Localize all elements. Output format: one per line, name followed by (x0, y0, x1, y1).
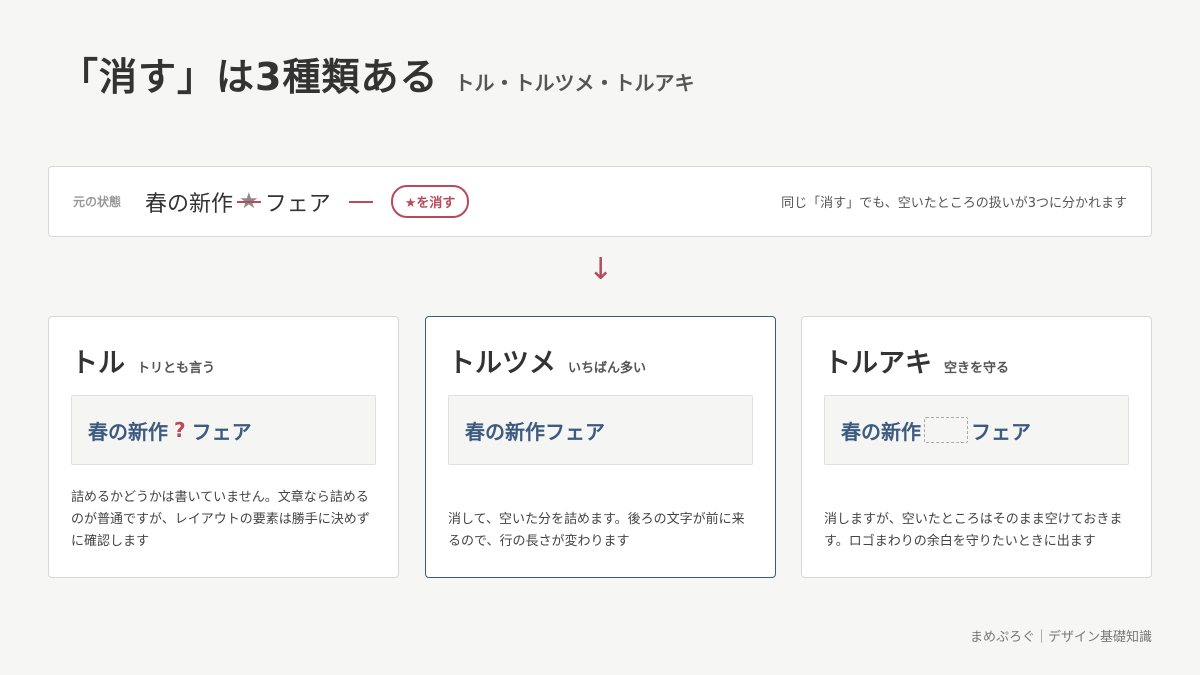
original-state-panel: 元の状態 春の新作 ★ フェア ★を消す 同じ「消す」でも、空いたところの扱いが… (48, 166, 1152, 237)
card-title: トルツメ (448, 348, 556, 379)
card-description: 消して、空いた分を詰めます。後ろの文字が前に来るので、行の長さが変わります (448, 512, 745, 549)
dash-divider (348, 200, 373, 203)
footer-credit: まめぷろぐ｜デザイン基礎知識 (969, 630, 1152, 645)
original-state-note: 同じ「消す」でも、空いたところの扱いが3つに分かれます (781, 196, 1127, 211)
sample-text-after: フェア (191, 419, 252, 444)
card-sample: 春の新作 フェア (824, 395, 1129, 465)
original-text-after: フェア (264, 191, 331, 217)
question-mark-icon: ? (174, 418, 186, 442)
card-subtitle: いちばん多い (568, 361, 647, 376)
sample-text: 春の新作フェア (465, 419, 605, 444)
card-toru: トル トリとも言う 春の新作 ? フェア 詰めるかどうかは書いていません。文章な… (48, 316, 399, 578)
card-header: トル トリとも言う (71, 341, 376, 381)
delete-star-badge: ★を消す (390, 185, 470, 218)
card-toruaki: トルアキ 空きを守る 春の新作 フェア 消しますが、空いたところはそのまま空けて… (801, 316, 1152, 578)
card-description: 消しますが、空いたところはそのまま空けておきます。ロゴまわりの余白を守りたいとき… (824, 512, 1123, 549)
card-header: トルツメ いちばん多い (448, 341, 753, 381)
card-header: トルアキ 空きを守る (824, 341, 1129, 381)
card-sample: 春の新作フェア (448, 395, 753, 465)
struck-star-icon: ★ (239, 189, 259, 214)
page-subtitle: トル・トルツメ・トルアキ (454, 71, 695, 95)
sample-text-before: 春の新作 (88, 419, 168, 444)
card-title: トル (71, 348, 125, 379)
empty-space-box (924, 417, 968, 443)
page-title: 「消す」は3種類ある (60, 55, 439, 99)
page-heading: 「消す」は3種類ある トル・トルツメ・トルアキ (60, 46, 694, 101)
card-sample: 春の新作 ? フェア (71, 395, 376, 465)
card-subtitle: トリとも言う (137, 361, 216, 376)
card-title: トルアキ (824, 348, 932, 379)
original-state-label: 元の状態 (73, 195, 122, 209)
original-sample-text: 春の新作 ★ フェア (145, 186, 331, 218)
sample-text-after: フェア (971, 419, 1031, 444)
original-text-before: 春の新作 (145, 191, 234, 217)
card-description: 詰めるかどうかは書いていません。文章なら詰めるのが普通ですが、レイアウトの要素は… (71, 490, 370, 549)
card-subtitle: 空きを守る (944, 361, 1010, 376)
card-torutsume: トルツメ いちばん多い 春の新作フェア 消して、空いた分を詰めます。後ろの文字が… (425, 316, 776, 578)
slide: 「消す」は3種類ある トル・トルツメ・トルアキ 元の状態 春の新作 ★ フェア … (0, 0, 1200, 675)
sample-text-before: 春の新作 (841, 419, 921, 444)
down-arrow-icon: ↓ (588, 252, 614, 287)
